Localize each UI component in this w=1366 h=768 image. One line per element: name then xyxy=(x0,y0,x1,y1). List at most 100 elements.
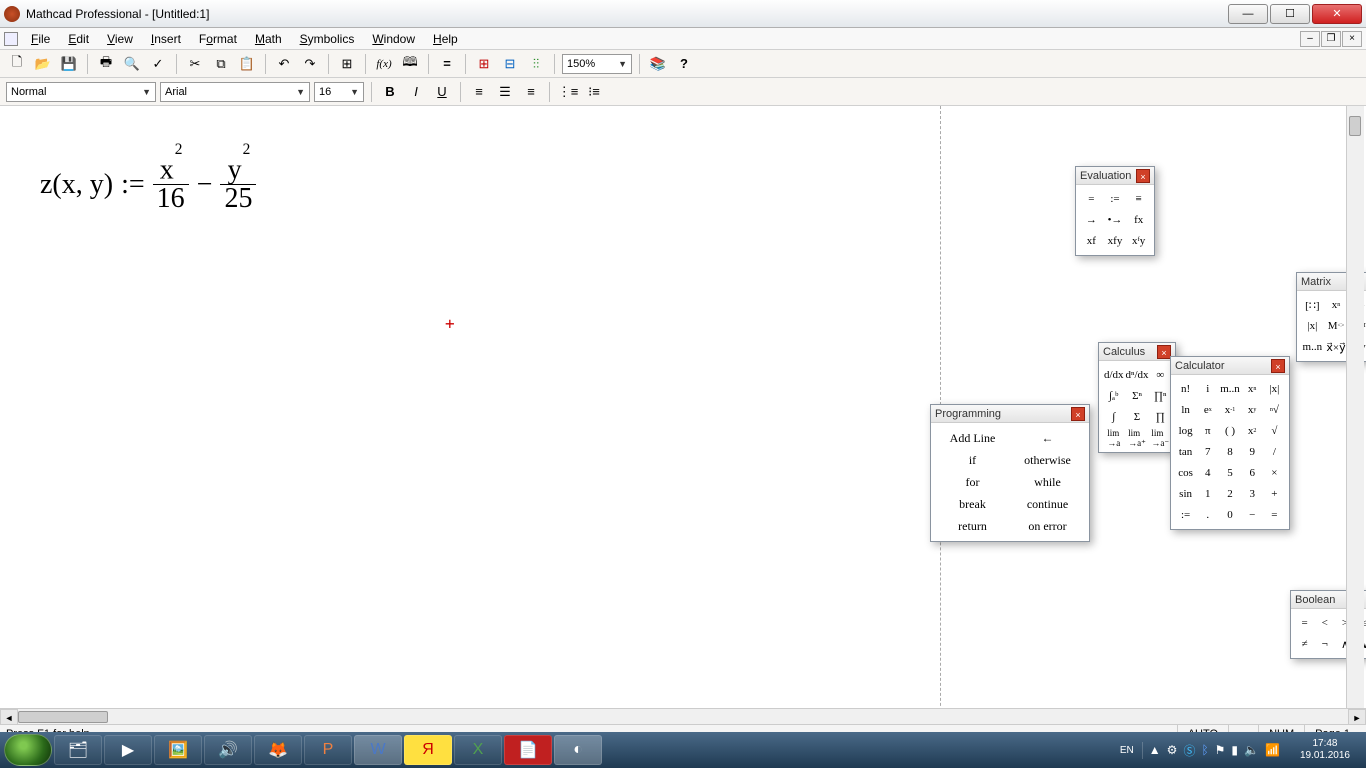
matrix-sub[interactable]: xn xyxy=(1325,295,1348,315)
calc-8[interactable]: 8 xyxy=(1219,442,1240,462)
workspace[interactable]: z(x, y) := x2 16 − y2 25 + Evaluation× =… xyxy=(0,106,1366,726)
eval-assign[interactable]: := xyxy=(1104,189,1127,209)
calc-inf[interactable]: ∞ xyxy=(1150,365,1171,385)
calc-indef[interactable]: ∫ xyxy=(1103,407,1124,427)
tray-up-icon[interactable]: ▲ xyxy=(1149,743,1161,757)
bool-ne[interactable]: ≠ xyxy=(1295,634,1314,654)
task-yandex[interactable]: Я xyxy=(404,735,452,765)
menu-help[interactable]: Help xyxy=(424,32,467,46)
menu-symbolics[interactable]: Symbolics xyxy=(291,32,364,46)
calc-sum[interactable]: Σ xyxy=(1125,407,1148,427)
prog-continue[interactable]: continue xyxy=(1010,493,1085,515)
calc-log[interactable]: log xyxy=(1175,421,1196,441)
task-excel[interactable]: X xyxy=(454,735,502,765)
calc-mul[interactable]: × xyxy=(1264,463,1285,483)
calc-xn[interactable]: xn xyxy=(1242,379,1263,399)
menu-math[interactable]: Math xyxy=(246,32,291,46)
save-icon[interactable]: 💾 xyxy=(58,53,80,75)
calc-assign[interactable]: := xyxy=(1175,505,1196,525)
calc-plus[interactable]: + xyxy=(1264,484,1285,504)
tray-skype-icon[interactable]: Ⓢ xyxy=(1183,742,1195,759)
prog-addline[interactable]: Add Line xyxy=(935,427,1010,449)
prog-break[interactable]: break xyxy=(935,493,1010,515)
style-combo[interactable]: Normal▼ xyxy=(6,82,156,102)
eval-dotarrow[interactable]: •→ xyxy=(1104,210,1127,230)
insert-function-icon[interactable]: f(x) xyxy=(373,53,395,75)
prog-localassign[interactable]: ← xyxy=(1010,427,1085,449)
start-button[interactable] xyxy=(4,734,52,766)
calc-abs[interactable]: |x| xyxy=(1264,379,1285,399)
calc-nderiv[interactable]: dⁿ/dx xyxy=(1125,365,1148,385)
calc-ln[interactable]: ln xyxy=(1175,400,1196,420)
calc-mn[interactable]: m..n xyxy=(1219,379,1240,399)
prog-onerror[interactable]: on error xyxy=(1010,515,1085,537)
close-icon[interactable]: × xyxy=(1071,407,1085,421)
tray-battery-icon[interactable]: ▮ xyxy=(1231,743,1238,757)
component-icon[interactable]: ⫶⫶ xyxy=(525,53,547,75)
calc-nroot[interactable]: n√ xyxy=(1264,400,1285,420)
calc-sqrt[interactable]: √ xyxy=(1264,421,1285,441)
tray-sound-icon[interactable]: 🔈 xyxy=(1244,743,1259,757)
matrix-det[interactable]: |x| xyxy=(1301,316,1324,336)
calc-sq[interactable]: x2 xyxy=(1242,421,1263,441)
redo-icon[interactable]: ↷ xyxy=(299,53,321,75)
matrix-col[interactable]: M<> xyxy=(1325,316,1348,336)
undo-icon[interactable]: ↶ xyxy=(273,53,295,75)
bold-button[interactable]: B xyxy=(379,81,401,103)
preview-icon[interactable]: 🔍 xyxy=(121,53,143,75)
tray-network-icon[interactable]: ⚙ xyxy=(1167,743,1178,757)
fontsize-combo[interactable]: 16▼ xyxy=(314,82,364,102)
italic-button[interactable]: I xyxy=(405,81,427,103)
evaluation-palette[interactable]: Evaluation× = := ≡ → •→ fx xf xfy xᶠy xyxy=(1075,166,1155,256)
calc-minus[interactable]: − xyxy=(1242,505,1263,525)
menu-insert[interactable]: Insert xyxy=(142,32,190,46)
menu-format[interactable]: Format xyxy=(190,32,246,46)
eval-xfy[interactable]: xfy xyxy=(1104,231,1127,251)
close-icon[interactable]: × xyxy=(1136,169,1150,183)
equation-region[interactable]: z(x, y) := x2 16 − y2 25 xyxy=(40,156,256,213)
calc-xy[interactable]: xy xyxy=(1242,400,1263,420)
eval-equals[interactable]: = xyxy=(1080,189,1103,209)
bool-lt[interactable]: < xyxy=(1315,613,1334,633)
vertical-scrollbar[interactable] xyxy=(1346,106,1364,708)
calc-3[interactable]: 3 xyxy=(1242,484,1263,504)
menu-view[interactable]: View xyxy=(98,32,142,46)
mdi-close[interactable]: × xyxy=(1342,31,1362,47)
bool-not[interactable]: ¬ xyxy=(1315,634,1334,654)
calc-0[interactable]: 0 xyxy=(1219,505,1240,525)
calc-prodrange[interactable]: ∏ⁿ xyxy=(1150,386,1171,406)
calc-paren[interactable]: ( ) xyxy=(1219,421,1240,441)
cut-icon[interactable]: ✂ xyxy=(184,53,206,75)
align-regions-icon[interactable]: ⊞ xyxy=(336,53,358,75)
calc-7[interactable]: 7 xyxy=(1197,442,1218,462)
maximize-button[interactable]: ☐ xyxy=(1270,4,1310,24)
close-icon[interactable]: × xyxy=(1157,345,1171,359)
calc-int[interactable]: ∫ₐᵇ xyxy=(1103,386,1124,406)
tray-clock[interactable]: 17:48 19.01.2016 xyxy=(1294,738,1356,762)
task-word[interactable]: W xyxy=(354,735,402,765)
calculator-palette[interactable]: Calculator× n! i m..n xn |x| ln ex x-1 x… xyxy=(1170,356,1290,530)
tray-lang[interactable]: EN xyxy=(1120,745,1134,756)
bullets-icon[interactable]: ⋮≡ xyxy=(557,81,579,103)
matrix-cross[interactable]: x⃗×y⃗ xyxy=(1325,337,1348,357)
eval-xfy2[interactable]: xᶠy xyxy=(1127,231,1150,251)
print-icon[interactable]: 🖶 xyxy=(95,53,117,75)
zoom-combo[interactable]: 150% ▼ xyxy=(562,54,632,74)
eval-global[interactable]: ≡ xyxy=(1127,189,1150,209)
calc-tan[interactable]: tan xyxy=(1175,442,1196,462)
resource-center-icon[interactable]: 📚 xyxy=(647,53,669,75)
calc-div[interactable]: / xyxy=(1264,442,1285,462)
calc-liml[interactable]: lim→a⁻ xyxy=(1150,428,1171,448)
matrix-create[interactable]: [∷] xyxy=(1301,295,1324,315)
task-firefox[interactable]: 🦊 xyxy=(254,735,302,765)
calc-pi[interactable]: π xyxy=(1197,421,1218,441)
align-left-icon[interactable]: ≡ xyxy=(468,81,490,103)
font-combo[interactable]: Arial▼ xyxy=(160,82,310,102)
task-explorer[interactable]: 🗂 xyxy=(54,735,102,765)
matrix-range[interactable]: m..n xyxy=(1301,337,1324,357)
prog-otherwise[interactable]: otherwise xyxy=(1010,449,1085,471)
bool-eq[interactable]: = xyxy=(1295,613,1314,633)
close-button[interactable]: ✕ xyxy=(1312,4,1362,24)
align-center-icon[interactable]: ☰ xyxy=(494,81,516,103)
spellcheck-icon[interactable]: ✓ xyxy=(147,53,169,75)
